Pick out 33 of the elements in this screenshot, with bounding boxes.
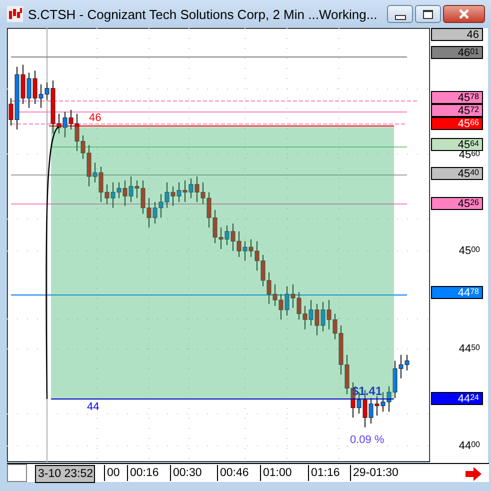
chart-label: 0.09 %	[350, 434, 384, 446]
price-label: 45$^{64}$	[431, 138, 483, 151]
maximize-button[interactable]	[415, 5, 441, 23]
close-icon	[458, 9, 470, 19]
time-label: 01:00	[260, 465, 292, 481]
close-button[interactable]	[443, 5, 485, 23]
price-label: 45$^{26}$	[431, 197, 483, 210]
time-label: 00:16	[127, 465, 159, 481]
price-label: 45$^{78}$	[431, 91, 483, 104]
chart-label: 46	[89, 112, 102, 124]
minimize-icon	[394, 14, 406, 20]
price-label: 45$^{00}$	[458, 245, 481, 258]
time-label: 01:16	[308, 465, 340, 481]
price-label: 45$^{66}$	[431, 117, 483, 130]
time-label: 00:46	[217, 465, 249, 481]
minimize-button[interactable]	[387, 5, 413, 23]
price-label: 45$^{40}$	[431, 167, 483, 180]
price-label: 44$^{78}$	[431, 286, 483, 299]
maximize-icon	[423, 10, 433, 18]
time-label: 3-10 23:52	[35, 465, 95, 483]
price-label: 44$^{50}$	[458, 343, 481, 356]
time-label: 00	[104, 465, 120, 481]
price-label: 44$^{00}$	[458, 440, 481, 453]
price-label: 46	[431, 28, 483, 41]
right-arrow-icon[interactable]	[465, 467, 482, 481]
price-label: 44$^{24}$	[431, 392, 483, 405]
app-icon	[7, 6, 23, 22]
price-label: 46$^{01}$	[431, 46, 483, 59]
time-label: 29-01:30	[350, 465, 398, 481]
price-label: 45$^{72}$	[431, 104, 483, 117]
time-label: 00:30	[170, 465, 202, 481]
chart-label: 44	[87, 401, 100, 413]
window-title: S.CTSH - Cognizant Tech Solutions Corp, 2 Min ...Working...	[28, 6, 378, 22]
